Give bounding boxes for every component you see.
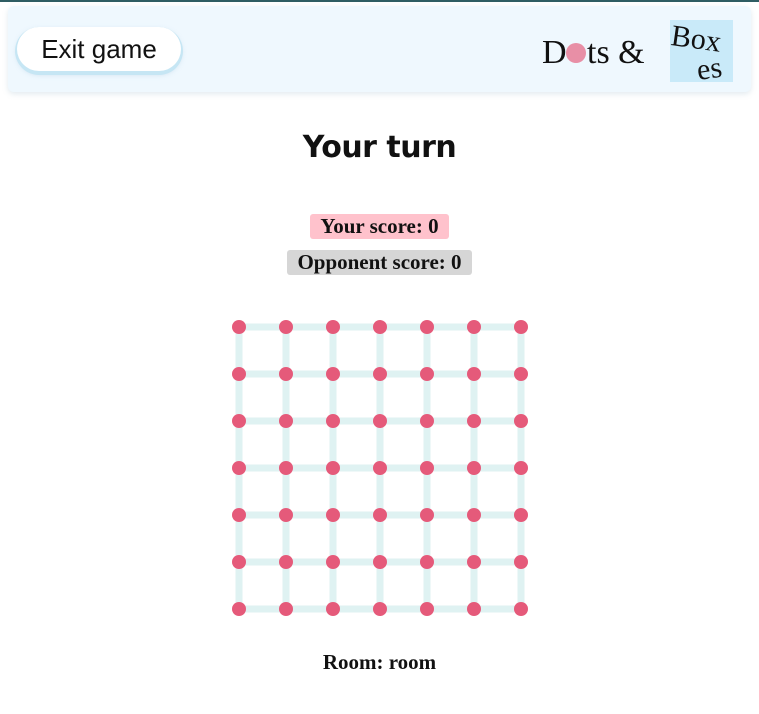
board-dot xyxy=(279,461,293,475)
board-dot xyxy=(373,508,387,522)
board-dot xyxy=(373,555,387,569)
exit-game-button[interactable]: Exit game xyxy=(17,27,181,71)
board-dot xyxy=(514,555,528,569)
board-dot xyxy=(232,555,246,569)
board-dot xyxy=(326,555,340,569)
board-dot xyxy=(232,414,246,428)
board-dot xyxy=(279,367,293,381)
board-dot xyxy=(420,508,434,522)
board-dot xyxy=(467,555,481,569)
board-dot xyxy=(467,367,481,381)
board-dot xyxy=(232,602,246,616)
logo-text-es: es xyxy=(695,51,724,84)
your-score-badge: Your score: 0 xyxy=(310,214,449,239)
board-dot xyxy=(279,555,293,569)
board-dot xyxy=(467,461,481,475)
logo-text-ts: ts & xyxy=(587,34,645,71)
board-dot xyxy=(326,367,340,381)
board-dot xyxy=(279,602,293,616)
board-dot xyxy=(326,508,340,522)
board-dot xyxy=(420,320,434,334)
board-dot xyxy=(467,320,481,334)
board-dot xyxy=(279,414,293,428)
board-dot xyxy=(373,320,387,334)
logo-letter-d: D xyxy=(542,34,567,71)
logo-dot-icon xyxy=(566,43,586,63)
board-dot xyxy=(232,461,246,475)
board-dot xyxy=(279,320,293,334)
opponent-score-row: Opponent score: 0 xyxy=(0,250,759,275)
board-dot xyxy=(467,508,481,522)
board-dot xyxy=(514,367,528,381)
board-dot xyxy=(514,508,528,522)
board-dot xyxy=(326,320,340,334)
board-dot xyxy=(514,602,528,616)
opponent-score-badge: Opponent score: 0 xyxy=(287,250,472,275)
board-dot xyxy=(420,555,434,569)
board-dot xyxy=(420,414,434,428)
board-dot xyxy=(326,414,340,428)
board-dot xyxy=(420,602,434,616)
top-border xyxy=(0,0,759,2)
board-dot xyxy=(232,508,246,522)
board-dot xyxy=(514,320,528,334)
board-dot xyxy=(514,414,528,428)
game-board xyxy=(232,320,528,616)
turn-indicator: Your turn xyxy=(302,130,457,165)
board-dot xyxy=(420,367,434,381)
board-dot xyxy=(373,414,387,428)
board-dot xyxy=(232,367,246,381)
board-dot xyxy=(279,508,293,522)
dots-and-boxes-logo: D ts & Box es xyxy=(542,19,733,84)
board-dot xyxy=(326,602,340,616)
board-dot xyxy=(373,367,387,381)
board-dot xyxy=(467,602,481,616)
room-label: Room: room xyxy=(322,650,437,674)
your-score-row: Your score: 0 xyxy=(0,214,759,239)
board-dot xyxy=(326,461,340,475)
board-dot xyxy=(467,414,481,428)
board-dot xyxy=(514,461,528,475)
board-dot xyxy=(420,461,434,475)
board-dot xyxy=(232,320,246,334)
board-dot xyxy=(373,461,387,475)
board-dot xyxy=(373,602,387,616)
